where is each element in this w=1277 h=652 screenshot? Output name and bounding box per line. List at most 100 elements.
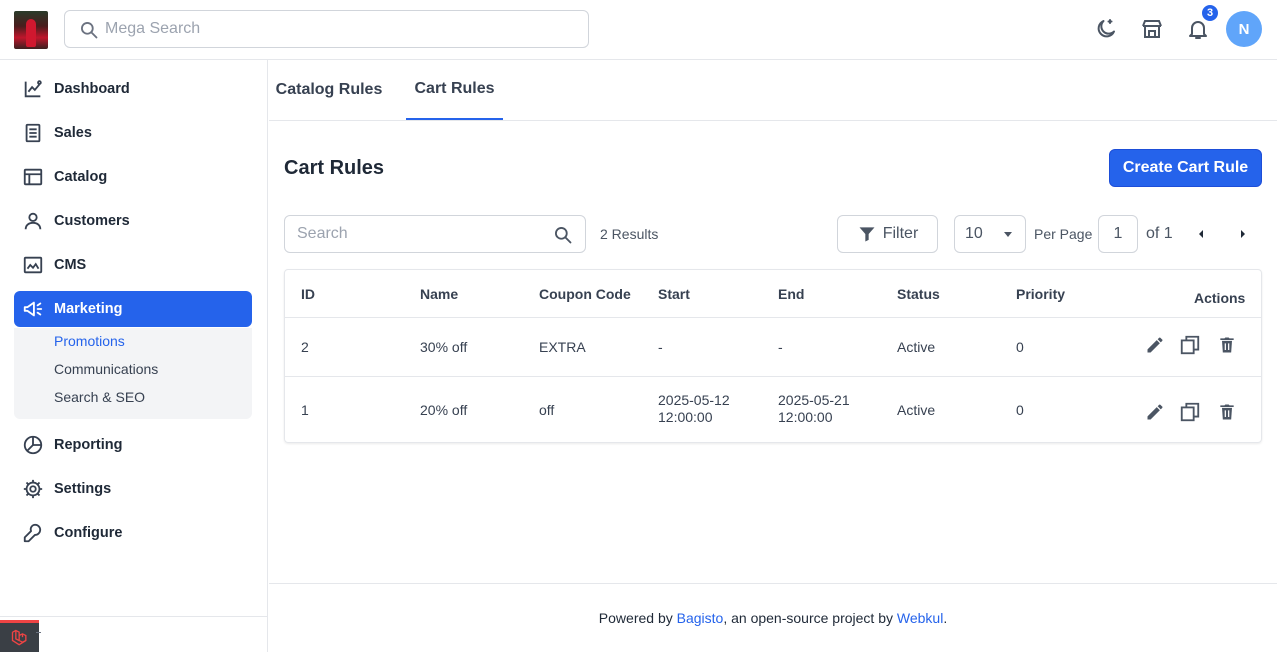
cell-status: Active [897, 402, 936, 418]
sidebar-item-settings[interactable]: Settings [14, 471, 252, 507]
tab-catalog-rules[interactable]: Catalog Rules [269, 60, 389, 120]
cell-name: 20% off [420, 402, 468, 418]
debugbar-toggle[interactable] [0, 620, 39, 652]
submenu-item-communications[interactable]: Communications [54, 361, 158, 377]
cart-rules-table: ID Name Coupon Code Start End Status Pri… [284, 269, 1262, 443]
delete-button[interactable] [1216, 401, 1238, 423]
pencil-icon [1147, 337, 1163, 353]
create-cart-rule-button[interactable]: Create Cart Rule [1109, 149, 1262, 187]
caret-down-icon [1004, 232, 1012, 237]
debugbar-divider [36, 632, 41, 633]
copy-icon [1180, 335, 1200, 355]
sidebar-item-label: Configure [54, 525, 123, 541]
column-header-status[interactable]: Status [897, 286, 940, 302]
cell-coupon-code: EXTRA [539, 339, 586, 355]
per-page-value: 10 [965, 225, 983, 242]
copy-icon [1180, 402, 1200, 422]
sidebar-item-label: Sales [54, 125, 92, 141]
search-icon[interactable] [553, 225, 573, 245]
sidebar-item-cms[interactable]: CMS [14, 247, 252, 283]
cell-id: 2 [301, 339, 309, 355]
sidebar-item-marketing[interactable]: Marketing [14, 291, 252, 327]
bagisto-link[interactable]: Bagisto [677, 610, 724, 626]
marketing-submenu: Promotions Communications Search & SEO [14, 328, 252, 419]
column-header-coupon-code[interactable]: Coupon Code [539, 286, 631, 302]
column-header-actions: Actions [1194, 290, 1246, 306]
moon-icon [1097, 19, 1115, 38]
sidebar-item-label: Catalog [54, 169, 108, 185]
datagrid-search-box[interactable] [284, 215, 586, 253]
laravel-icon [11, 629, 26, 645]
column-header-priority[interactable]: Priority [1016, 286, 1065, 302]
copy-button[interactable] [1179, 334, 1201, 356]
store-icon [1142, 20, 1162, 38]
sidebar-item-label: Reporting [54, 437, 123, 453]
cell-name: 30% off [420, 339, 468, 355]
sidebar-item-customers[interactable]: Customers [14, 203, 252, 239]
row-divider [285, 376, 1261, 377]
datagrid-search-input[interactable] [297, 216, 547, 252]
mega-search-box[interactable] [64, 10, 589, 48]
settings-icon [23, 479, 43, 499]
page-footer: Powered by Bagisto, an open-source proje… [269, 583, 1277, 652]
storefront-button[interactable] [1139, 16, 1165, 42]
previous-page-button[interactable] [1195, 228, 1207, 240]
column-header-id[interactable]: ID [301, 286, 315, 302]
next-page-button[interactable] [1237, 228, 1249, 240]
filter-icon [859, 227, 875, 242]
cell-priority: 0 [1016, 402, 1024, 418]
footer-text: Powered by Bagisto, an open-source proje… [269, 610, 1277, 626]
webkul-link[interactable]: Webkul [897, 610, 943, 626]
filter-label: Filter [882, 225, 919, 242]
catalog-icon [23, 168, 43, 186]
sidebar-item-label: CMS [54, 257, 87, 273]
trash-icon [1220, 404, 1234, 420]
page-number-input[interactable] [1098, 215, 1138, 253]
trash-icon [1220, 337, 1234, 353]
edit-button[interactable] [1144, 401, 1166, 423]
column-header-start[interactable]: Start [658, 286, 690, 302]
edit-button[interactable] [1144, 334, 1166, 356]
sidebar-item-label: Dashboard [54, 81, 130, 97]
cms-icon [23, 256, 43, 274]
footer-middle: , an open-source project by [723, 610, 897, 626]
sidebar-item-label: Marketing [54, 301, 123, 317]
pencil-icon [1147, 404, 1163, 420]
cell-end-date: 2025-05-21 [778, 392, 850, 408]
delete-button[interactable] [1216, 334, 1238, 356]
per-page-label: Per Page [1034, 226, 1093, 242]
cell-start: - [658, 339, 663, 355]
sales-icon [25, 123, 41, 143]
cell-priority: 0 [1016, 339, 1024, 355]
cell-end-time: 12:00:00 [778, 409, 833, 425]
sidebar-item-catalog[interactable]: Catalog [14, 159, 252, 195]
sidebar-item-configure[interactable]: Configure [14, 515, 252, 551]
customers-icon [24, 212, 42, 230]
store-logo[interactable] [14, 11, 48, 49]
total-pages-label: of 1 [1146, 225, 1173, 242]
footer-suffix: . [943, 610, 948, 626]
column-header-end[interactable]: End [778, 286, 804, 302]
mega-search-input[interactable] [105, 11, 575, 47]
cell-id: 1 [301, 402, 309, 418]
marketing-icon [23, 301, 43, 317]
chevron-left-icon [1199, 230, 1203, 238]
submenu-item-search-seo[interactable]: Search & SEO [54, 389, 145, 405]
cell-start-date: 2025-05-12 [658, 392, 730, 408]
dark-mode-toggle[interactable] [1093, 16, 1119, 42]
copy-button[interactable] [1179, 401, 1201, 423]
sidebar-item-reporting[interactable]: Reporting [14, 427, 252, 463]
sidebar-item-label: Settings [54, 481, 112, 497]
footer-prefix: Powered by [598, 610, 677, 626]
cell-coupon-code: off [539, 402, 555, 418]
sidebar-item-dashboard[interactable]: Dashboard [14, 71, 252, 107]
column-header-name[interactable]: Name [420, 286, 458, 302]
configure-icon [23, 523, 42, 543]
sidebar-item-label: Customers [54, 213, 130, 229]
sidebar-item-sales[interactable]: Sales [14, 115, 252, 151]
user-avatar[interactable]: N [1226, 11, 1262, 47]
per-page-select[interactable]: 10 [954, 215, 1026, 253]
tab-cart-rules[interactable]: Cart Rules [406, 60, 503, 120]
filter-button[interactable]: Filter [837, 215, 938, 253]
submenu-item-promotions[interactable]: Promotions [54, 333, 125, 349]
